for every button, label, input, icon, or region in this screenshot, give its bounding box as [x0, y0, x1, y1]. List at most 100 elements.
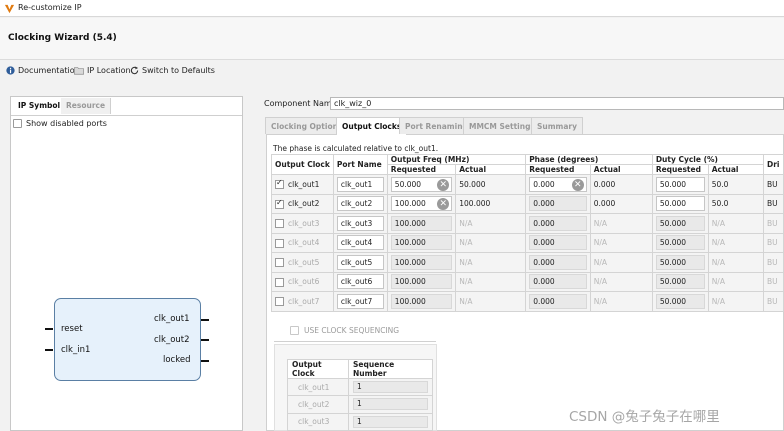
duty-requested-input[interactable]: 50.000 [655, 215, 705, 231]
port-name-input[interactable]: clk_out2 [336, 196, 384, 212]
freq-requested-input[interactable]: 100.000 [390, 293, 453, 309]
freq-requested-input[interactable]: 100.000 [390, 254, 453, 270]
output-clock-checkbox[interactable] [275, 277, 284, 287]
duty-requested-input[interactable]: 50.000 [655, 293, 705, 309]
drives-cell[interactable]: BU [762, 193, 784, 214]
clear-icon[interactable]: ✕ [571, 178, 584, 191]
output-clock-cell[interactable]: clk_out2 [271, 193, 334, 214]
output-clock-checkbox[interactable] [275, 178, 284, 189]
output-clock-cell[interactable]: clk_out5 [271, 252, 334, 273]
output-clock-cell[interactable]: clk_out4 [271, 232, 334, 253]
output-clock-checkbox[interactable] [275, 258, 284, 267]
seq-number[interactable]: 1 [348, 412, 433, 431]
port-name-cell[interactable]: clk_out4 [332, 232, 388, 253]
freq-requested-cell[interactable]: 100.000 [386, 271, 457, 292]
freq-requested-cell[interactable]: 100.000 [386, 232, 457, 253]
duty-requested-cell[interactable]: 50.000 [651, 291, 709, 312]
freq-requested-cell[interactable]: 100.000 [386, 213, 457, 234]
duty-requested-input[interactable]: 50.000 [655, 254, 705, 270]
clear-icon[interactable]: ✕ [437, 198, 450, 211]
tab-summary[interactable]: Summary [531, 117, 584, 134]
phase-requested-input[interactable]: 0.000 [529, 235, 587, 251]
freq-requested-input[interactable]: 100.000 [390, 235, 453, 251]
phase-requested-input[interactable]: 0.000 [529, 215, 587, 231]
tab-output-clocks[interactable]: Output Clocks [336, 117, 408, 135]
seq-col-output-clock: Output Clock [287, 359, 349, 379]
port-name-cell[interactable]: clk_out7 [332, 291, 388, 312]
show-disabled-ports-checkbox[interactable] [13, 119, 22, 128]
port-name-input[interactable]: clk_out6 [336, 274, 384, 290]
duty-requested-input[interactable]: 50.000 [655, 235, 705, 251]
output-clock-checkbox[interactable] [275, 297, 284, 306]
port-name-cell[interactable]: clk_out5 [332, 252, 388, 273]
duty-requested-input[interactable]: 50.000 [655, 274, 705, 290]
port-name-cell[interactable]: clk_out3 [332, 213, 388, 234]
phase-requested-input[interactable]: 0.000 ✕ [529, 176, 587, 192]
freq-requested-input[interactable]: 100.000 [390, 215, 453, 231]
freq-requested-cell[interactable]: 100.000 [386, 291, 457, 312]
output-clock-cell[interactable]: clk_out1 [271, 174, 334, 195]
phase-requested-cell[interactable]: 0.000 [525, 213, 591, 234]
port-name-input[interactable]: clk_out3 [336, 215, 384, 231]
port-name-cell[interactable]: clk_out2 [332, 193, 388, 214]
port-name-input[interactable]: clk_out4 [336, 235, 384, 251]
duty-requested-cell[interactable]: 50.000 [651, 252, 709, 273]
documentation-button[interactable]: Documentation [6, 65, 80, 76]
drives-cell[interactable]: BU [762, 174, 784, 195]
freq-requested-cell[interactable]: 50.000 ✕ [386, 174, 457, 195]
drives-cell[interactable]: BU [762, 213, 784, 234]
tab-resource[interactable]: Resource [61, 98, 112, 114]
freq-requested-input[interactable]: 100.000 [390, 274, 453, 290]
seq-number[interactable]: 1 [348, 395, 433, 414]
duty-requested-cell[interactable]: 50.000 [651, 271, 709, 292]
freq-requested-cell[interactable]: 100.000 [386, 252, 457, 273]
clock-sequencing-option[interactable]: USE CLOCK SEQUENCING [290, 326, 399, 335]
duty-requested-input[interactable]: 50.000 [655, 196, 705, 212]
freq-requested-cell[interactable]: 100.000 ✕ [386, 193, 457, 214]
clock-sequencing-checkbox[interactable] [290, 326, 299, 335]
component-name-input[interactable]: clk_wiz_0 [330, 97, 784, 110]
duty-requested-cell[interactable]: 50.000 [651, 213, 709, 234]
freq-requested-input[interactable]: 100.000 ✕ [390, 196, 453, 212]
phase-requested-input[interactable]: 0.000 [529, 254, 587, 270]
phase-requested-cell[interactable]: 0.000 [525, 232, 591, 253]
phase-requested-cell[interactable]: 0.000 [525, 291, 591, 312]
drives-cell[interactable]: BU [762, 252, 784, 273]
tab-mmcm-settings[interactable]: MMCM Settings [463, 117, 541, 134]
seq-number[interactable]: 1 [348, 377, 433, 397]
table-row: clk_out3 clk_out3 100.000 N/A 0.000 N/A 50.000… [271, 213, 784, 234]
clear-icon[interactable]: ✕ [437, 178, 450, 191]
ip-location-button[interactable]: IP Location [74, 65, 131, 76]
switch-defaults-button[interactable]: Switch to Defaults [130, 65, 215, 76]
phase-requested-cell[interactable]: 0.000 [525, 252, 591, 273]
output-clock-cell[interactable]: clk_out3 [271, 213, 334, 234]
output-clock-checkbox[interactable] [275, 238, 284, 248]
show-disabled-ports-option[interactable]: Show disabled ports [13, 119, 107, 128]
tab-ip-symbol[interactable]: IP Symbol [13, 98, 67, 114]
phase-requested-input[interactable]: 0.000 [529, 274, 587, 290]
duty-requested-cell[interactable]: 50.000 [651, 232, 709, 253]
seq-clock: clk_out2 [287, 395, 349, 414]
output-clock-checkbox[interactable] [275, 219, 284, 228]
phase-requested-cell[interactable]: 0.000 [525, 271, 591, 292]
drives-cell[interactable]: BU [762, 291, 784, 312]
drives-cell[interactable]: BU [762, 271, 784, 292]
duty-requested-cell[interactable]: 50.000 [651, 193, 709, 214]
output-clock-cell[interactable]: clk_out7 [271, 291, 334, 312]
pin-locked [201, 360, 209, 362]
output-clock-cell[interactable]: clk_out6 [271, 271, 334, 292]
port-name-input[interactable]: clk_out5 [336, 254, 384, 270]
phase-requested-input[interactable]: 0.000 [529, 196, 587, 212]
output-clock-checkbox[interactable] [275, 198, 284, 209]
phase-requested-input[interactable]: 0.000 [529, 293, 587, 309]
port-name-cell[interactable]: clk_out1 [332, 174, 388, 195]
phase-requested-cell[interactable]: 0.000 [525, 193, 591, 214]
port-name-input[interactable]: clk_out7 [336, 293, 384, 309]
phase-requested-cell[interactable]: 0.000 ✕ [525, 174, 591, 195]
duty-requested-input[interactable]: 50.000 [655, 176, 705, 192]
port-name-cell[interactable]: clk_out6 [332, 271, 388, 292]
freq-requested-input[interactable]: 50.000 ✕ [390, 176, 453, 192]
port-name-input[interactable]: clk_out1 [336, 176, 384, 192]
duty-requested-cell[interactable]: 50.000 [651, 174, 709, 195]
drives-cell[interactable]: BU [762, 232, 784, 253]
